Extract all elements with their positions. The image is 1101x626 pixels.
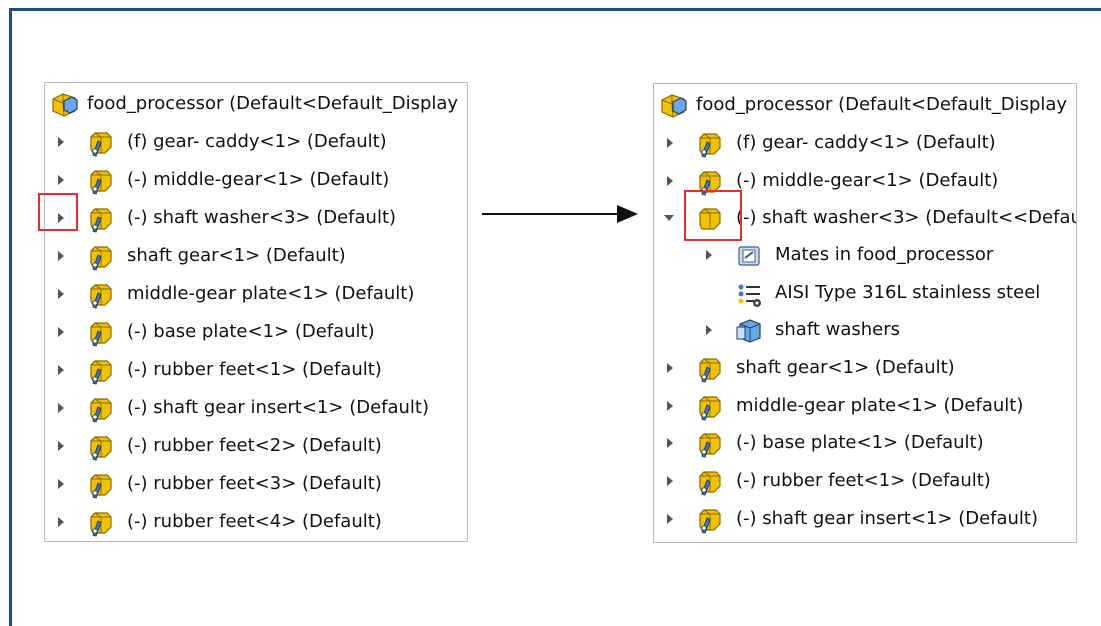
- expand-arrow-highlight: [38, 193, 78, 231]
- part-icon: [694, 353, 724, 383]
- tree-row-label: (-) rubber feet<3> (Default): [127, 473, 382, 494]
- solid-bodies-folder-icon: [736, 319, 761, 343]
- expand-arrow-icon[interactable]: [667, 363, 673, 373]
- material-icon: [738, 284, 761, 307]
- part-icon: [694, 466, 724, 496]
- part-icon: [85, 431, 115, 461]
- tree-row-label: AISI Type 316L stainless steel: [775, 282, 1041, 303]
- part-icon: [85, 241, 115, 271]
- part-icon: [85, 203, 115, 233]
- tree-row-label: (-) middle-gear<1> (Default): [736, 170, 999, 191]
- tree-row-label: middle-gear plate<1> (Default): [736, 395, 1024, 416]
- expand-arrow-icon[interactable]: [58, 479, 64, 489]
- expand-arrow-icon[interactable]: [58, 441, 64, 451]
- tree-row-label: shaft gear<1> (Default): [736, 357, 955, 378]
- expand-arrow-icon[interactable]: [706, 250, 712, 260]
- tree-row-label: shaft washers: [775, 319, 901, 340]
- expand-arrow-icon[interactable]: [667, 438, 673, 448]
- tree-row-label: (-) shaft washer<3> (Default): [127, 207, 397, 228]
- part-icon: [694, 128, 724, 158]
- part-icon: [694, 504, 724, 534]
- tree-root-label: food_processor (Default<Default_Display: [87, 93, 459, 114]
- expand-arrow-icon[interactable]: [667, 138, 673, 148]
- tree-row-label: Mates in food_processor: [775, 244, 994, 265]
- expand-arrow-icon[interactable]: [667, 176, 673, 186]
- expand-arrow-icon[interactable]: [667, 514, 673, 524]
- expand-arrow-icon[interactable]: [58, 289, 64, 299]
- expand-arrow-icon[interactable]: [667, 476, 673, 486]
- tree-row-label: (-) rubber feet<4> (Default): [127, 511, 382, 532]
- tree-row-label: (-) middle-gear<1> (Default): [127, 169, 390, 190]
- tree-row-label: middle-gear plate<1> (Default): [127, 283, 415, 304]
- collapse-arrow-icon[interactable]: [664, 215, 674, 221]
- part-icon: [85, 393, 115, 423]
- tree-row-label: (f) gear- caddy<1> (Default): [127, 131, 387, 152]
- expand-arrow-icon[interactable]: [706, 325, 712, 335]
- tree-row-label: (f) gear- caddy<1> (Default): [736, 132, 996, 153]
- expand-arrow-icon[interactable]: [58, 517, 64, 527]
- expand-arrow-icon[interactable]: [58, 137, 64, 147]
- part-icon: [694, 428, 724, 458]
- mates-folder-icon: [738, 246, 760, 266]
- tree-row-label: shaft gear<1> (Default): [127, 245, 346, 266]
- part-icon: [85, 165, 115, 195]
- part-icon: [85, 317, 115, 347]
- part-icon-highlight: [684, 190, 742, 241]
- expand-arrow-icon[interactable]: [58, 251, 64, 261]
- part-icon: [85, 469, 115, 499]
- part-icon: [85, 127, 115, 157]
- part-icon: [85, 539, 115, 542]
- tree-row-label: (-) shaft gear insert<1> (Default): [736, 508, 1039, 529]
- arrow-right-icon: [482, 205, 638, 223]
- expand-arrow-icon[interactable]: [58, 327, 64, 337]
- tree-row-label: (-) rubber feet<1> (Default): [736, 470, 991, 491]
- tree-row-label: (-) base plate<1> (Default): [736, 432, 984, 453]
- tree-row-label: (-) shaft washer<3> (Default<<Defaul: [736, 207, 1077, 228]
- feature-tree-collapsed: food_processor (Default<Default_Display …: [44, 82, 468, 542]
- tree-row-label: (-) shaft gear insert<1> (Default): [127, 397, 430, 418]
- part-icon: [694, 391, 724, 421]
- expand-arrow-icon[interactable]: [58, 175, 64, 185]
- tree-row-label: (-) rubber feet<1> (Default): [127, 359, 382, 380]
- expand-arrow-icon[interactable]: [58, 403, 64, 413]
- assembly-icon: [661, 94, 687, 118]
- part-icon: [85, 355, 115, 385]
- assembly-icon: [52, 93, 78, 117]
- part-icon: [694, 538, 724, 543]
- part-icon: [85, 279, 115, 309]
- tree-row-label: (-) base plate<1> (Default): [127, 321, 375, 342]
- part-icon: [85, 507, 115, 537]
- expand-arrow-icon[interactable]: [667, 401, 673, 411]
- expand-arrow-icon[interactable]: [58, 365, 64, 375]
- tree-row-label: (-) rubber feet<2> (Default): [127, 435, 382, 456]
- tree-root-label: food_processor (Default<Default_Display: [696, 94, 1068, 115]
- feature-tree-expanded: food_processor (Default<Default_Display …: [653, 83, 1077, 543]
